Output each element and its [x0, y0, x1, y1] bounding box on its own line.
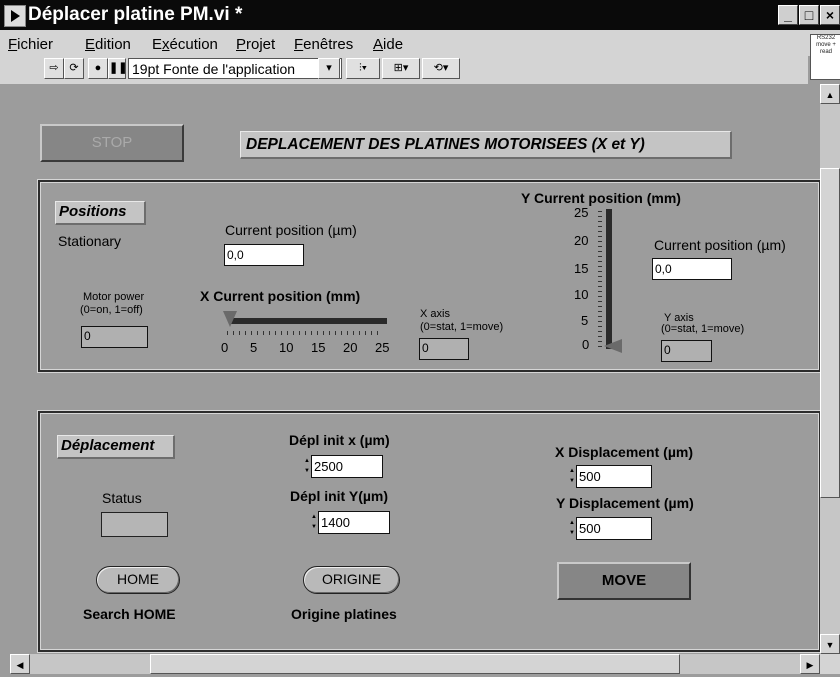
- home-caption: Search HOME: [83, 606, 176, 622]
- y-slider-label: Y Current position (mm): [521, 190, 681, 206]
- x-tick-label: 0: [221, 340, 229, 355]
- pause-icon[interactable]: ❚❚: [108, 58, 127, 79]
- vi-icon-text: RS232 move + read: [816, 35, 836, 55]
- vertical-scroll-thumb[interactable]: [820, 168, 840, 498]
- distribute-objects-icon[interactable]: ⊞▾: [382, 58, 420, 79]
- x-slider-track: [231, 318, 387, 324]
- x-current-position-value: 0,0: [224, 244, 304, 266]
- y-slider-ticks: [598, 211, 602, 347]
- y-tick-label: 25: [574, 205, 589, 220]
- move-button[interactable]: MOVE: [557, 562, 691, 600]
- toolbar: ⇨ ⟳ ● ❚❚ 19pt Fonte de l'application ▾ ⫶…: [0, 56, 808, 84]
- y-tick-label: 20: [574, 233, 589, 248]
- menu-execution[interactable]: Exécution: [152, 36, 218, 53]
- status-indicator: [101, 512, 168, 537]
- y-tick-label: 15: [574, 261, 589, 276]
- x-slider-ticks: [227, 331, 383, 335]
- y-current-position-label: Current position (µm): [654, 237, 786, 253]
- horizontal-scrollbar[interactable]: ◀ ▶: [10, 654, 820, 674]
- abort-icon[interactable]: ●: [88, 58, 108, 79]
- motor-power-value: 0: [81, 326, 148, 348]
- home-button-label: HOME: [117, 571, 159, 587]
- origine-button[interactable]: ORIGINE: [303, 566, 400, 594]
- font-dropdown[interactable]: 19pt Fonte de l'application: [128, 58, 342, 79]
- x-slider-label: X Current position (mm): [200, 288, 361, 304]
- y-tick-label: 10: [574, 287, 589, 302]
- y-tick-label: 0: [582, 337, 590, 352]
- scroll-up-icon[interactable]: ▲: [820, 84, 840, 104]
- menu-fichier[interactable]: Fichier: [8, 36, 53, 53]
- y-current-position-value: 0,0: [652, 258, 732, 280]
- resize-grip[interactable]: [820, 654, 840, 674]
- menu-edition[interactable]: Edition: [85, 36, 131, 53]
- x-tick-label: 25: [375, 340, 390, 355]
- x-slider[interactable]: [223, 309, 387, 339]
- positions-label: Positions: [55, 201, 146, 225]
- home-button[interactable]: HOME: [96, 566, 180, 594]
- x-current-position-label: Current position (µm): [225, 222, 357, 238]
- menu-bar: Fichier Edition Exécution Projet Fenêtre…: [0, 30, 840, 56]
- run-arrow-icon[interactable]: ⇨: [44, 58, 64, 79]
- scroll-left-icon[interactable]: ◀: [10, 654, 30, 674]
- y-displacement-input[interactable]: 500: [576, 517, 652, 540]
- depl-init-x-input[interactable]: 2500: [311, 455, 383, 478]
- y-displacement-label: Y Displacement (µm): [556, 495, 694, 511]
- x-displacement-input[interactable]: 500: [576, 465, 652, 488]
- labview-vi-icon: [4, 5, 26, 27]
- y-axis-sub: (0=stat, 1=move): [661, 323, 745, 335]
- y-slider[interactable]: 25 20 15 10 5 0: [560, 205, 630, 355]
- page-title: DEPLACEMENT DES PLATINES MOTORISEES (X e…: [240, 131, 732, 159]
- depl-init-y-label: Dépl init Y(µm): [290, 488, 389, 504]
- x-axis-label: X axis: [420, 308, 450, 320]
- origine-caption: Origine platines: [291, 606, 397, 622]
- x-displacement-stepper[interactable]: ▲ ▼: [569, 466, 575, 486]
- menu-fenetres[interactable]: Fenêtres: [294, 36, 353, 53]
- scroll-right-icon[interactable]: ▶: [800, 654, 820, 674]
- run-continuous-icon[interactable]: ⟳: [64, 58, 84, 79]
- y-displacement-stepper[interactable]: ▲ ▼: [569, 518, 575, 538]
- move-button-label: MOVE: [601, 572, 647, 589]
- deplacement-label: Déplacement: [57, 435, 175, 459]
- depl-init-x-label: Dépl init x (µm): [289, 432, 390, 448]
- motor-power-sub: (0=on, 1=off): [80, 304, 143, 316]
- motor-power-label: Motor power: [83, 291, 145, 303]
- y-tick-label: 5: [581, 313, 589, 328]
- font-dropdown-arrow-icon[interactable]: ▾: [318, 58, 340, 79]
- vertical-scrollbar[interactable]: ▲ ▼: [820, 84, 840, 654]
- x-slider-thumb[interactable]: [223, 311, 237, 327]
- depl-init-y-stepper[interactable]: ▲ ▼: [311, 512, 317, 532]
- x-tick-label: 20: [343, 340, 358, 355]
- x-tick-label: 5: [250, 340, 258, 355]
- x-axis-value: 0: [419, 338, 469, 360]
- x-tick-label: 15: [311, 340, 326, 355]
- stop-button-label: STOP: [91, 134, 133, 151]
- vi-connector-icon[interactable]: RS232 move + read: [810, 34, 840, 80]
- font-dropdown-value: 19pt Fonte de l'application: [132, 61, 296, 77]
- minimize-button[interactable]: _: [778, 5, 798, 25]
- origine-button-label: ORIGINE: [321, 571, 382, 587]
- x-axis-sub: (0=stat, 1=move): [420, 321, 504, 333]
- y-axis-value: 0: [661, 340, 712, 362]
- y-slider-track: [606, 209, 612, 349]
- y-slider-thumb[interactable]: [604, 339, 622, 353]
- status-text: Stationary: [58, 233, 122, 249]
- stop-button[interactable]: STOP: [40, 124, 184, 162]
- menu-projet[interactable]: Projet: [236, 36, 275, 53]
- maximize-button[interactable]: □: [799, 5, 819, 25]
- window-title: Déplacer platine PM.vi *: [28, 4, 243, 25]
- close-button[interactable]: ×: [820, 5, 840, 25]
- depl-init-y-input[interactable]: 1400: [318, 511, 390, 534]
- scroll-down-icon[interactable]: ▼: [820, 634, 840, 654]
- horizontal-scroll-thumb[interactable]: [150, 654, 680, 674]
- depl-init-x-stepper[interactable]: ▲ ▼: [304, 456, 310, 476]
- menu-aide[interactable]: Aide: [373, 36, 403, 53]
- status-label: Status: [102, 490, 142, 506]
- x-displacement-label: X Displacement (µm): [555, 444, 693, 460]
- reorder-icon[interactable]: ⟲▾: [422, 58, 460, 79]
- title-bar[interactable]: Déplacer platine PM.vi * _ □ ×: [0, 0, 840, 30]
- align-objects-icon[interactable]: ⫶▾: [346, 58, 380, 79]
- x-tick-label: 10: [279, 340, 294, 355]
